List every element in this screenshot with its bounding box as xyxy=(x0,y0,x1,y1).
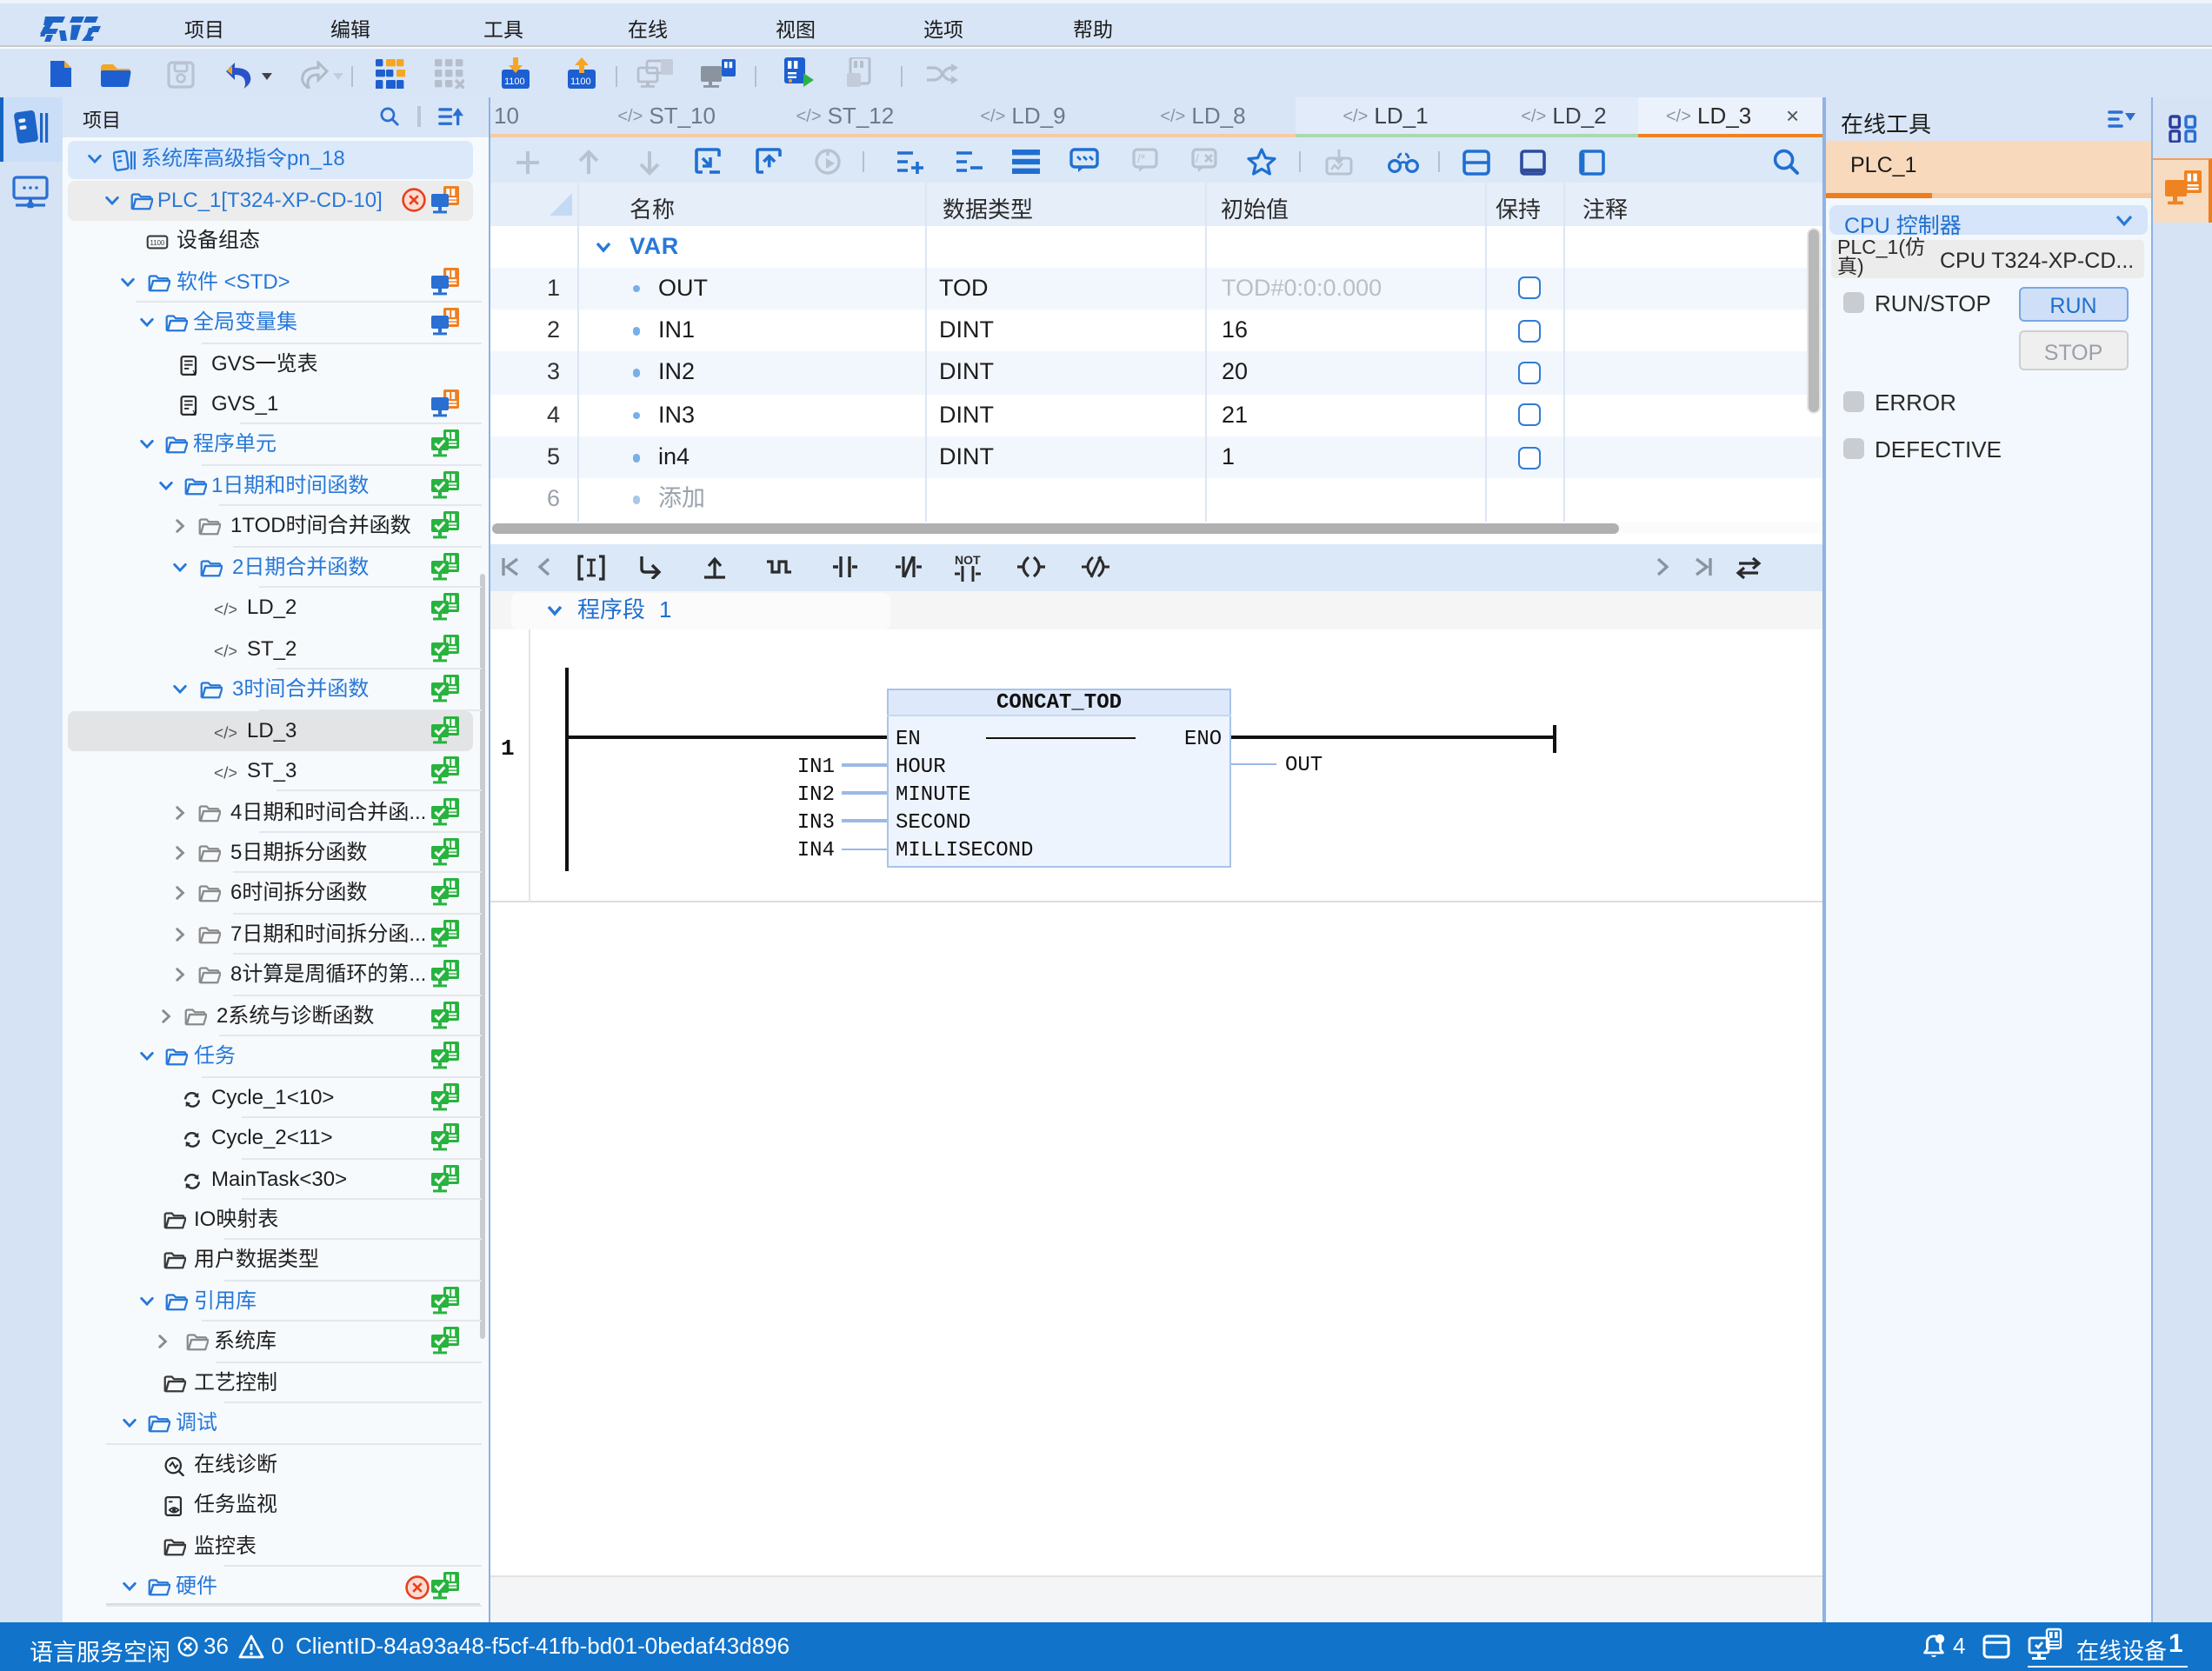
svg-text:x: x xyxy=(190,365,197,376)
svg-text:x: x xyxy=(190,406,197,416)
svg-text:</>: </> xyxy=(214,642,237,661)
svg-text:1100: 1100 xyxy=(150,239,165,247)
svg-text:</>: </> xyxy=(214,724,237,742)
svg-text:1100: 1100 xyxy=(504,76,525,86)
svg-text:</>: </> xyxy=(214,765,237,783)
svg-text:/*: /* xyxy=(1137,151,1146,165)
svg-text:</>: </> xyxy=(214,602,237,620)
svg-text:NOT: NOT xyxy=(955,552,981,566)
svg-text:1100: 1100 xyxy=(570,76,591,86)
svg-text:/: / xyxy=(1195,151,1198,165)
